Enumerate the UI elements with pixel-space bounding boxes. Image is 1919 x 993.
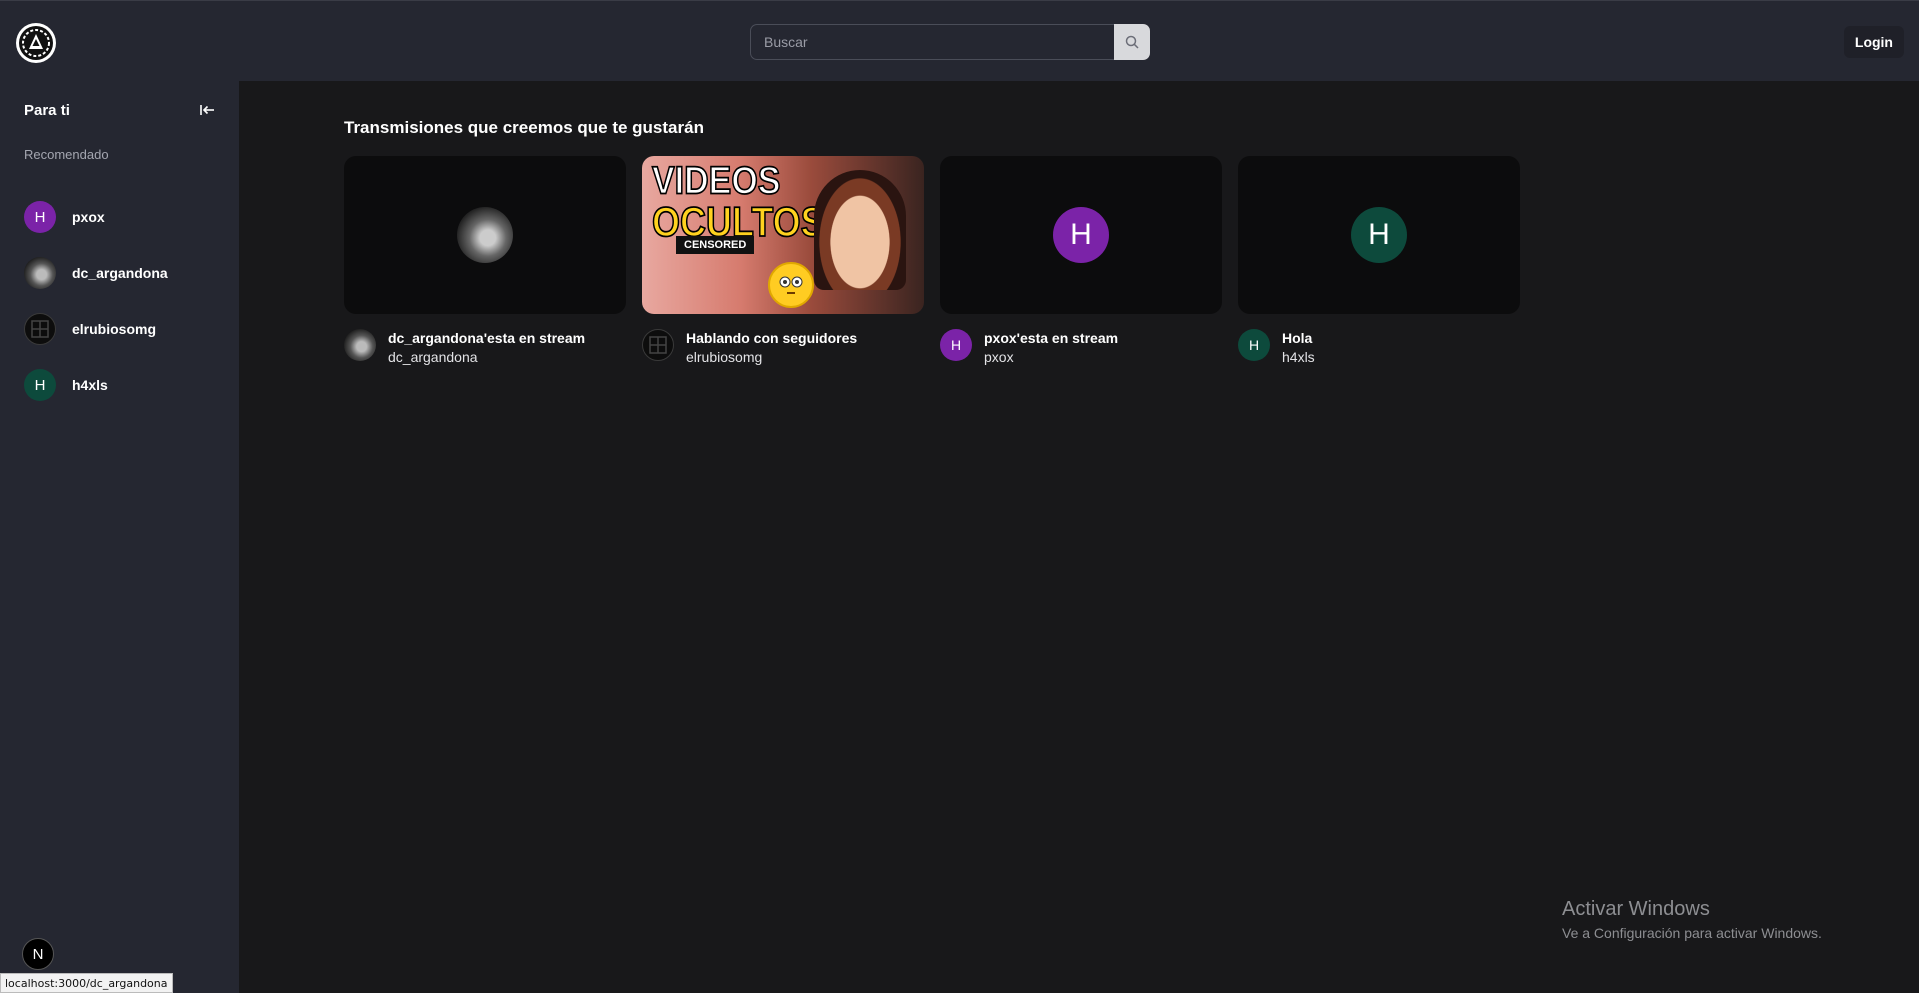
sidebar-header: Para ti xyxy=(24,101,216,119)
recommended-list: H pxox dc_argandona elrubiosomg H h4xls xyxy=(24,189,224,413)
flushed-emoji-icon xyxy=(768,262,814,308)
avatar: H xyxy=(24,369,56,401)
sidebar-item-h4xls[interactable]: H h4xls xyxy=(24,357,224,413)
sidebar-item-label: h4xls xyxy=(72,377,108,393)
avatar: H xyxy=(1053,207,1109,263)
avatar xyxy=(24,313,56,345)
stream-thumbnail[interactable]: H xyxy=(940,156,1222,314)
stream-title: Hablando con seguidores xyxy=(686,330,858,346)
stream-info: H Hola h4xls xyxy=(1238,329,1520,367)
stream-username: dc_argandona xyxy=(388,349,478,365)
section-label-recomendado: Recomendado xyxy=(24,147,109,162)
search-button[interactable] xyxy=(1114,24,1150,60)
thumbnail-text-line1: VIDEOS xyxy=(651,158,781,203)
stream-title: dc_argandona'esta en stream xyxy=(388,330,586,346)
status-bar-url: localhost:3000/dc_argandona xyxy=(0,973,173,993)
top-navbar: Login xyxy=(0,0,1919,81)
stream-card-h4xls[interactable]: H H Hola h4xls xyxy=(1238,156,1520,367)
stream-title: Hola xyxy=(1282,330,1313,346)
stream-title: pxox'esta en stream xyxy=(984,330,1119,346)
sidebar-item-dc-argandona[interactable]: dc_argandona xyxy=(24,245,224,301)
nextjs-dev-icon[interactable]: N xyxy=(22,938,54,970)
watermark-subtitle: Ve a Configuración para activar Windows. xyxy=(1562,925,1822,941)
login-button[interactable]: Login xyxy=(1843,26,1904,58)
censored-badge: CENSORED xyxy=(676,236,755,254)
stream-cards: dc_argandona'esta en stream dc_argandona… xyxy=(344,156,1520,367)
sidebar-item-elrubiosomg[interactable]: elrubiosomg xyxy=(24,301,224,357)
stream-thumbnail[interactable]: H xyxy=(1238,156,1520,314)
streamer-face-image xyxy=(814,170,906,290)
stream-card-elrubiosomg[interactable]: VIDEOS OCULTOS CENSORED Hablando con seg… xyxy=(642,156,924,367)
avatar[interactable]: H xyxy=(940,329,972,361)
sidebar: Para ti Recomendado H pxox dc_argandona xyxy=(0,81,239,993)
sidebar-title: Para ti xyxy=(24,101,70,119)
avatar xyxy=(457,207,513,263)
avatar xyxy=(24,257,56,289)
stream-info: H pxox'esta en stream pxox xyxy=(940,329,1222,367)
stream-thumbnail[interactable] xyxy=(344,156,626,314)
sidebar-item-label: pxox xyxy=(72,209,105,225)
stream-thumbnail[interactable]: VIDEOS OCULTOS CENSORED xyxy=(642,156,924,314)
logo-icon[interactable] xyxy=(16,23,56,63)
search-input[interactable] xyxy=(750,24,1114,60)
watermark-title: Activar Windows xyxy=(1562,898,1710,920)
stream-card-dc-argandona[interactable]: dc_argandona'esta en stream dc_argandona xyxy=(344,156,626,367)
stream-card-pxox[interactable]: H H pxox'esta en stream pxox xyxy=(940,156,1222,367)
page-title: Transmisiones que creemos que te gustará… xyxy=(344,118,704,137)
avatar: H xyxy=(1351,207,1407,263)
avatar[interactable]: H xyxy=(1238,329,1270,361)
stream-username: elrubiosomg xyxy=(686,349,763,365)
avatar: H xyxy=(24,201,56,233)
windows-activation-watermark: Activar Windows Ve a Configuración para … xyxy=(1562,898,1822,941)
search-icon xyxy=(1125,35,1139,49)
collapse-sidebar-icon[interactable] xyxy=(198,101,216,119)
search-bar xyxy=(750,24,1150,60)
sidebar-item-pxox[interactable]: H pxox xyxy=(24,189,224,245)
sidebar-item-label: dc_argandona xyxy=(72,265,168,281)
avatar[interactable] xyxy=(642,329,674,361)
sidebar-item-label: elrubiosomg xyxy=(72,321,157,337)
stream-info: dc_argandona'esta en stream dc_argandona xyxy=(344,329,626,367)
avatar[interactable] xyxy=(344,329,376,361)
stream-username: h4xls xyxy=(1282,349,1315,365)
stream-username: pxox xyxy=(984,349,1014,365)
stream-info: Hablando con seguidores elrubiosomg xyxy=(642,329,924,367)
